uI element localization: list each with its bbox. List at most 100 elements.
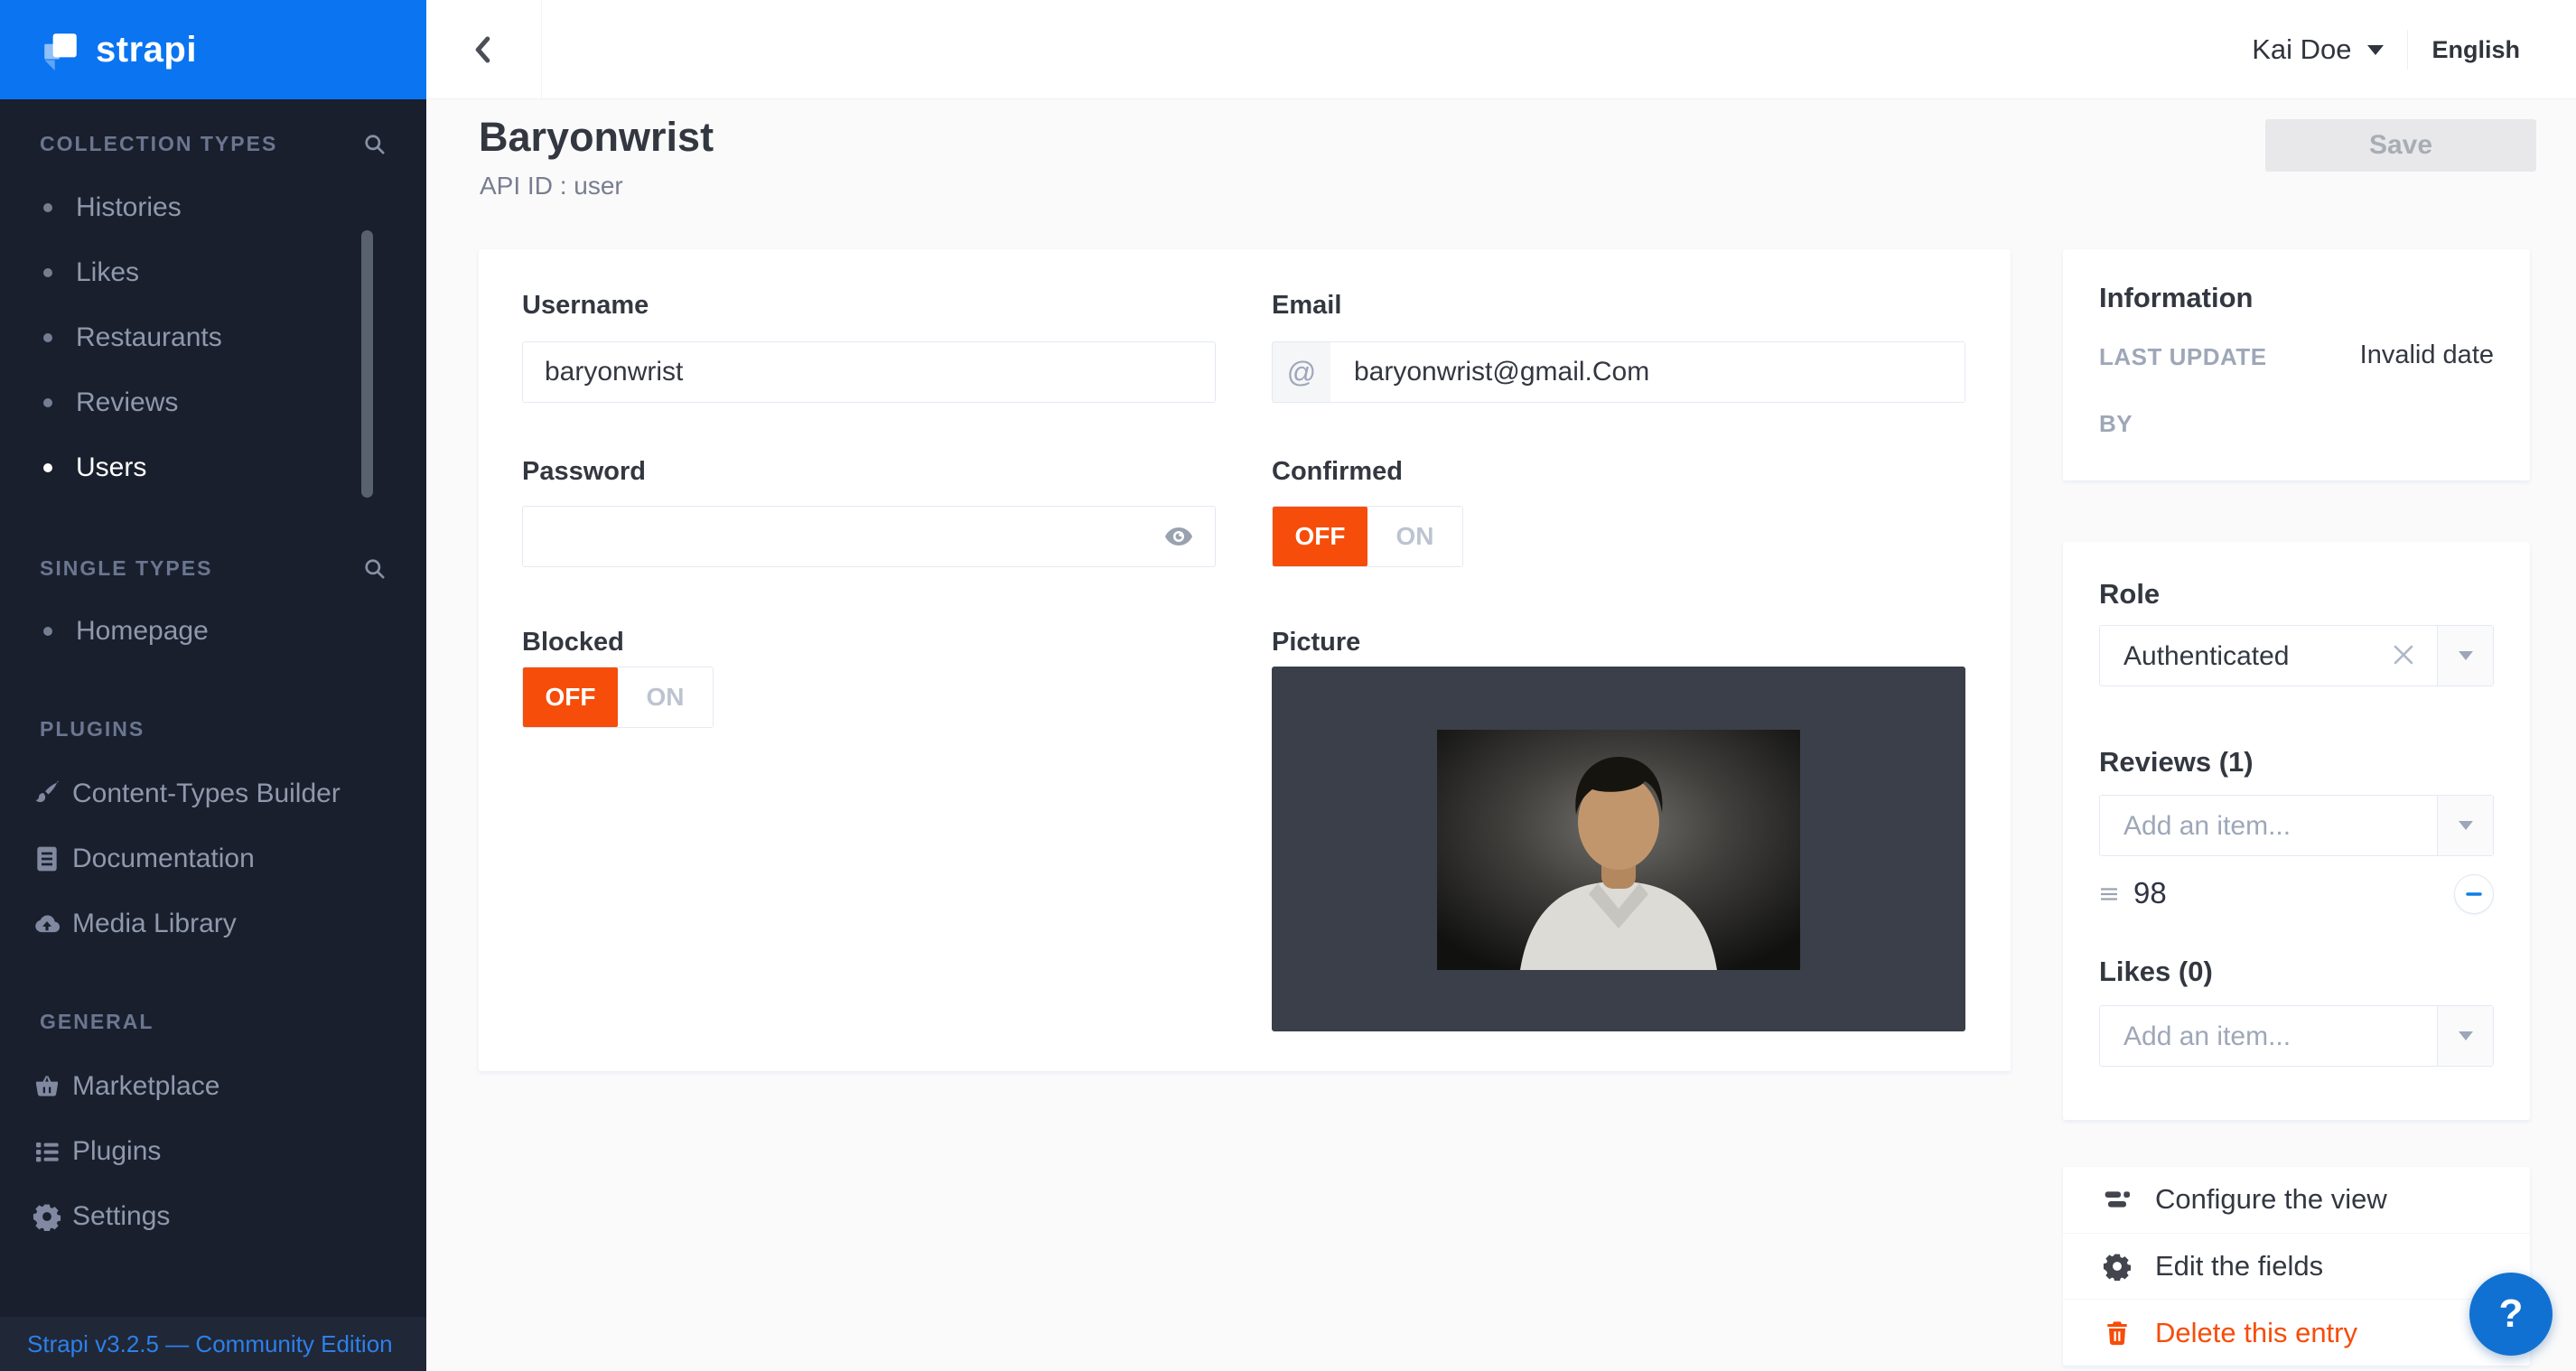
strapi-logo-icon bbox=[40, 29, 81, 70]
sidebar-item-homepage[interactable]: Homepage bbox=[0, 613, 426, 649]
topbar: Kai Doe English bbox=[426, 0, 2576, 99]
by-label: BY bbox=[2099, 410, 2133, 438]
relations-card: Role Authenticated Reviews (1) Add an it… bbox=[2063, 542, 2530, 1120]
save-button[interactable]: Save bbox=[2265, 119, 2536, 172]
question-mark-icon: ? bbox=[2499, 1292, 2524, 1337]
configure-view-button[interactable]: Configure the view bbox=[2063, 1167, 2530, 1233]
confirmed-toggle: OFF ON bbox=[1272, 506, 1463, 567]
bullet-icon bbox=[43, 463, 52, 472]
minus-icon bbox=[2464, 884, 2484, 904]
username-label: Username bbox=[522, 291, 649, 321]
at-icon: @ bbox=[1273, 342, 1330, 402]
section-collection-types: COLLECTION TYPES bbox=[40, 132, 387, 156]
review-item-value[interactable]: 98 bbox=[2133, 876, 2167, 910]
sidebar-item-histories[interactable]: Histories bbox=[0, 190, 426, 226]
dropdown-arrow[interactable] bbox=[2437, 796, 2493, 855]
version-link[interactable]: Strapi v3.2.5 — Community Edition bbox=[27, 1330, 393, 1358]
list-icon bbox=[33, 1137, 63, 1166]
blocked-label: Blocked bbox=[522, 628, 624, 658]
section-general: GENERAL bbox=[40, 1010, 387, 1034]
main-content: Baryonwrist API ID : user Save Username … bbox=[426, 99, 2576, 1371]
confirmed-toggle-off[interactable]: OFF bbox=[1273, 507, 1367, 566]
blocked-toggle-on[interactable]: ON bbox=[618, 667, 713, 727]
email-field: @ bbox=[1272, 341, 1965, 403]
dropdown-arrow[interactable] bbox=[2437, 1006, 2493, 1066]
eye-icon[interactable] bbox=[1163, 524, 1194, 549]
search-icon[interactable] bbox=[362, 132, 387, 156]
caret-down-icon bbox=[2459, 651, 2473, 660]
basket-icon bbox=[33, 1072, 63, 1101]
confirmed-toggle-on[interactable]: ON bbox=[1367, 507, 1462, 566]
entry-actions-card: Configure the view Edit the fields Delet… bbox=[2063, 1167, 2530, 1366]
dropdown-arrow[interactable] bbox=[2437, 626, 2493, 686]
picture-field[interactable] bbox=[1272, 667, 1965, 1031]
reviews-add-select[interactable]: Add an item... bbox=[2099, 795, 2494, 856]
reviews-label: Reviews (1) bbox=[2099, 746, 2254, 779]
blocked-toggle: OFF ON bbox=[522, 667, 714, 728]
user-menu[interactable]: Kai Doe bbox=[2252, 33, 2384, 66]
delete-entry-button[interactable]: Delete this entry bbox=[2063, 1299, 2530, 1366]
language-selector[interactable]: English bbox=[2431, 36, 2520, 64]
page-subtitle: API ID : user bbox=[480, 172, 623, 201]
entry-form-card: Username Email @ Password Confirmed OFF … bbox=[479, 249, 2011, 1071]
trash-icon bbox=[2103, 1319, 2132, 1348]
sliders-icon bbox=[2103, 1185, 2132, 1214]
search-icon[interactable] bbox=[362, 556, 387, 581]
chevron-down-icon bbox=[2367, 45, 2384, 55]
last-update-value: Invalid date bbox=[2360, 340, 2494, 370]
back-button[interactable] bbox=[426, 0, 542, 99]
divider bbox=[2407, 30, 2408, 70]
gear-icon bbox=[33, 1202, 63, 1231]
password-field bbox=[522, 506, 1216, 567]
picture-label: Picture bbox=[1272, 628, 1360, 658]
bullet-icon bbox=[43, 627, 52, 636]
sidebar-item-settings[interactable]: Settings bbox=[0, 1198, 426, 1235]
sidebar: strapi COLLECTION TYPES Histories Likes … bbox=[0, 0, 426, 1371]
clear-icon[interactable] bbox=[2390, 641, 2417, 668]
role-label: Role bbox=[2099, 578, 2160, 611]
reviews-placeholder: Add an item... bbox=[2123, 811, 2291, 842]
last-update-label: LAST UPDATE bbox=[2099, 343, 2267, 371]
role-value: Authenticated bbox=[2123, 641, 2289, 672]
blocked-toggle-off[interactable]: OFF bbox=[523, 667, 618, 727]
likes-placeholder: Add an item... bbox=[2123, 1021, 2291, 1052]
sidebar-item-plugins[interactable]: Plugins bbox=[0, 1133, 426, 1170]
sidebar-footer: Strapi v3.2.5 — Community Edition bbox=[0, 1317, 426, 1371]
information-title: Information bbox=[2099, 282, 2254, 314]
edit-fields-button[interactable]: Edit the fields bbox=[2063, 1233, 2530, 1300]
review-item-row: 98 bbox=[2099, 874, 2494, 914]
logo-text: strapi bbox=[96, 30, 197, 70]
bullet-icon bbox=[43, 268, 52, 277]
likes-label: Likes (0) bbox=[2099, 956, 2213, 988]
email-input[interactable] bbox=[1330, 342, 1965, 402]
sidebar-scrollbar[interactable] bbox=[361, 230, 373, 498]
password-input[interactable] bbox=[522, 506, 1216, 567]
caret-down-icon bbox=[2459, 1031, 2473, 1040]
email-label: Email bbox=[1272, 291, 1341, 321]
caret-down-icon bbox=[2459, 821, 2473, 830]
password-label: Password bbox=[522, 457, 646, 487]
remove-item-button[interactable] bbox=[2454, 874, 2494, 914]
sidebar-item-content-types-builder[interactable]: Content-Types Builder bbox=[0, 776, 426, 812]
section-plugins: PLUGINS bbox=[40, 717, 387, 741]
drag-handle-icon[interactable] bbox=[2099, 887, 2119, 906]
user-photo bbox=[1437, 730, 1800, 970]
help-button[interactable]: ? bbox=[2469, 1273, 2553, 1356]
section-single-types: SINGLE TYPES bbox=[40, 556, 387, 581]
username-input[interactable] bbox=[522, 341, 1216, 403]
user-name: Kai Doe bbox=[2252, 33, 2351, 66]
sidebar-item-documentation[interactable]: Documentation bbox=[0, 841, 426, 877]
page-title: Baryonwrist bbox=[479, 114, 714, 161]
likes-add-select[interactable]: Add an item... bbox=[2099, 1005, 2494, 1067]
bullet-icon bbox=[43, 333, 52, 342]
gear-icon bbox=[2103, 1252, 2132, 1281]
chevron-left-icon bbox=[468, 33, 500, 66]
role-select[interactable]: Authenticated bbox=[2099, 625, 2494, 686]
sidebar-item-media-library[interactable]: Media Library bbox=[0, 906, 426, 942]
strapi-logo[interactable]: strapi bbox=[0, 0, 426, 99]
information-card: Information LAST UPDATE Invalid date BY bbox=[2063, 249, 2530, 480]
bullet-icon bbox=[43, 203, 52, 212]
confirmed-label: Confirmed bbox=[1272, 457, 1403, 487]
paintbrush-icon bbox=[33, 779, 63, 808]
sidebar-item-marketplace[interactable]: Marketplace bbox=[0, 1068, 426, 1105]
